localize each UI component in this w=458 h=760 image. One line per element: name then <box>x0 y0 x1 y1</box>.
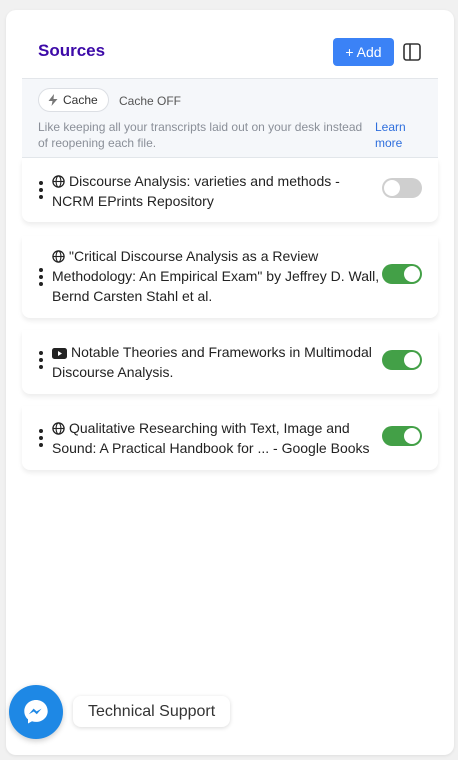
toggle-knob <box>384 180 400 196</box>
add-source-button[interactable]: + Add <box>333 38 394 66</box>
messenger-icon <box>24 700 48 724</box>
source-title: "Critical Discourse Analysis as a Review… <box>52 246 382 306</box>
toggle-knob <box>404 266 420 282</box>
learn-more-link[interactable]: Learn more <box>375 119 425 151</box>
source-title-text: "Critical Discourse Analysis as a Review… <box>52 248 380 304</box>
panel-header: Sources + Add <box>6 10 454 78</box>
source-title: Notable Theories and Frameworks in Multi… <box>52 342 382 382</box>
source-toggle[interactable] <box>382 350 422 370</box>
source-title-text: Discourse Analysis: varieties and method… <box>52 173 340 209</box>
globe-icon <box>52 422 65 435</box>
source-item[interactable]: Discourse Analysis: varieties and method… <box>22 158 438 222</box>
drag-handle-icon[interactable] <box>38 351 44 369</box>
source-toggle[interactable] <box>382 178 422 198</box>
source-title-text: Notable Theories and Frameworks in Multi… <box>52 344 372 380</box>
panel-title: Sources <box>38 41 106 60</box>
sidebar-toggle-icon[interactable] <box>402 42 422 62</box>
toggle-knob <box>404 428 420 444</box>
source-toggle[interactable] <box>382 264 422 284</box>
youtube-icon <box>52 348 67 359</box>
cache-description: Like keeping all your transcripts laid o… <box>38 120 363 150</box>
sources-panel: Sources + Add Cache Cache OFF Like keepi… <box>6 10 454 755</box>
drag-handle-icon[interactable] <box>38 268 44 286</box>
lightning-icon <box>48 94 58 106</box>
toggle-knob <box>404 352 420 368</box>
cache-section: Cache Cache OFF Like keeping all your tr… <box>22 78 438 158</box>
globe-icon <box>52 175 65 188</box>
drag-handle-icon[interactable] <box>38 429 44 447</box>
drag-handle-icon[interactable] <box>38 181 44 199</box>
source-item[interactable]: "Critical Discourse Analysis as a Review… <box>22 236 438 318</box>
globe-icon <box>52 250 65 263</box>
source-toggle[interactable] <box>382 426 422 446</box>
source-title-text: Qualitative Researching with Text, Image… <box>52 420 370 456</box>
source-item[interactable]: Notable Theories and Frameworks in Multi… <box>22 330 438 394</box>
source-title: Discourse Analysis: varieties and method… <box>52 171 382 211</box>
source-title: Qualitative Researching with Text, Image… <box>52 418 382 458</box>
cache-status: Cache OFF <box>119 94 182 108</box>
source-item[interactable]: Qualitative Researching with Text, Image… <box>22 406 438 470</box>
cache-button-label: Cache <box>63 93 98 107</box>
technical-support-label[interactable]: Technical Support <box>73 696 231 727</box>
cache-button[interactable]: Cache <box>38 88 109 112</box>
messenger-chat-button[interactable] <box>9 685 63 739</box>
